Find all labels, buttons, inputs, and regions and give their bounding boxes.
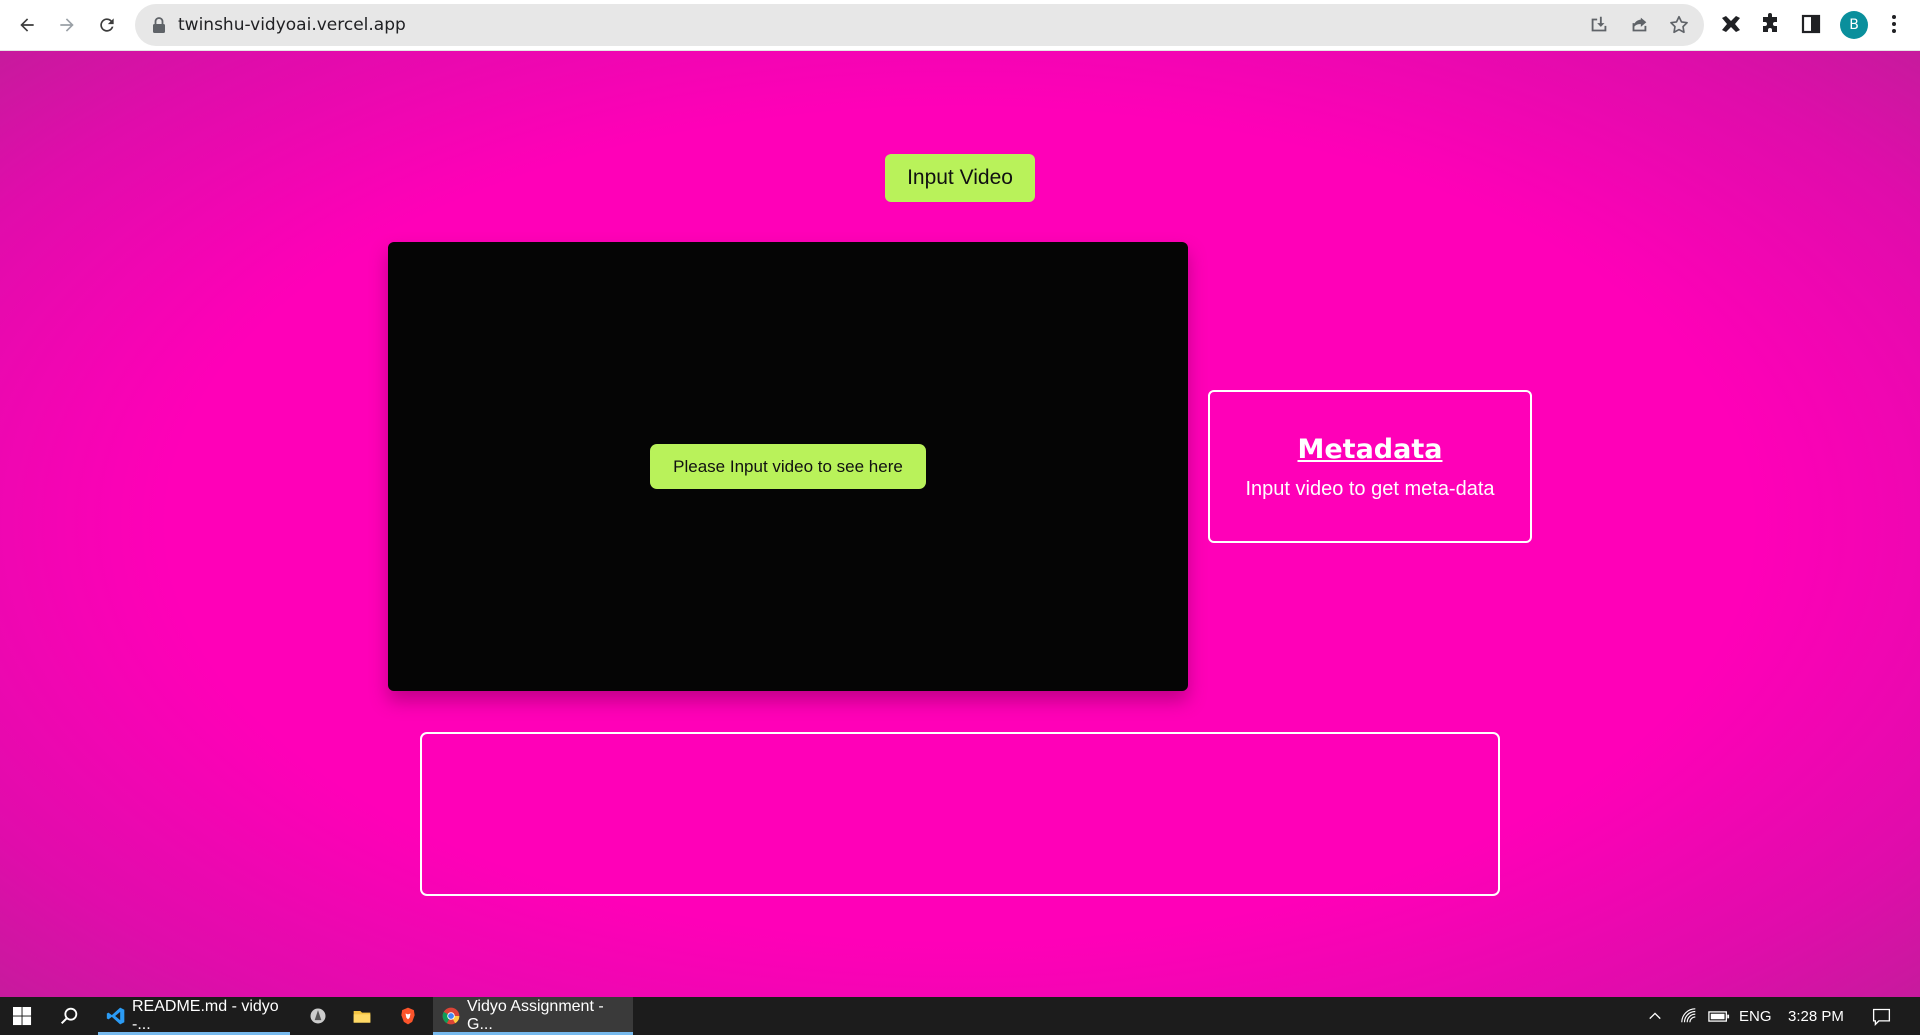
- page-body: Input Video Please Input video to see he…: [0, 51, 1920, 997]
- taskbar-app-label: Vidyo Assignment - G...: [467, 998, 604, 1033]
- chrome-icon: [442, 1007, 460, 1025]
- star-icon[interactable]: [1668, 14, 1690, 36]
- brave-browser-icon[interactable]: [388, 997, 428, 1035]
- extension-icon[interactable]: [1719, 12, 1743, 36]
- clock[interactable]: 3:28 PM: [1788, 997, 1844, 1035]
- taskbar-app-label: README.md - vidyo -...: [132, 998, 279, 1033]
- input-video-button[interactable]: Input Video: [885, 154, 1035, 202]
- vscode-icon: [106, 1007, 125, 1025]
- taskbar-app-chrome[interactable]: Vidyo Assignment - G...: [433, 997, 633, 1035]
- url-text[interactable]: twinshu-vidyoai.vercel.app: [178, 15, 406, 35]
- taskbar-app-vscode[interactable]: README.md - vidyo -...: [98, 997, 290, 1035]
- back-icon[interactable]: [11, 10, 43, 40]
- address-bar[interactable]: twinshu-vidyoai.vercel.app: [135, 4, 1704, 46]
- battery-icon[interactable]: [1706, 997, 1732, 1035]
- language-indicator[interactable]: ENG: [1739, 997, 1772, 1035]
- notifications-icon[interactable]: [1864, 997, 1898, 1035]
- forward-icon[interactable]: [51, 10, 83, 40]
- video-placeholder-label: Please Input video to see here: [650, 444, 926, 489]
- profile-avatar[interactable]: B: [1840, 11, 1868, 39]
- metadata-title: Metadata: [1297, 434, 1443, 465]
- windows-taskbar: README.md - vidyo -... Vidyo Assignment …: [0, 997, 1920, 1035]
- output-panel: [420, 732, 1500, 896]
- more-menu-icon[interactable]: [1882, 12, 1906, 36]
- windows-start-icon[interactable]: [0, 997, 44, 1035]
- metadata-subtitle: Input video to get meta-data: [1245, 478, 1495, 500]
- search-icon[interactable]: [48, 997, 90, 1035]
- browser-toolbar: twinshu-vidyoai.vercel.app B: [0, 0, 1920, 51]
- lock-icon[interactable]: [151, 16, 167, 34]
- file-explorer-icon[interactable]: [342, 997, 382, 1035]
- reload-icon[interactable]: [91, 10, 123, 40]
- video-player: Please Input video to see here: [388, 242, 1188, 691]
- wifi-icon[interactable]: [1677, 997, 1701, 1035]
- metadata-panel: Metadata Input video to get meta-data: [1208, 390, 1532, 543]
- install-icon[interactable]: [1588, 14, 1610, 36]
- chevron-up-icon[interactable]: [1644, 997, 1666, 1035]
- share-icon[interactable]: [1628, 14, 1650, 36]
- taskbar-app-icon[interactable]: [298, 997, 338, 1035]
- extension-puzzle-icon[interactable]: [1759, 12, 1783, 36]
- side-panel-icon[interactable]: [1799, 12, 1823, 36]
